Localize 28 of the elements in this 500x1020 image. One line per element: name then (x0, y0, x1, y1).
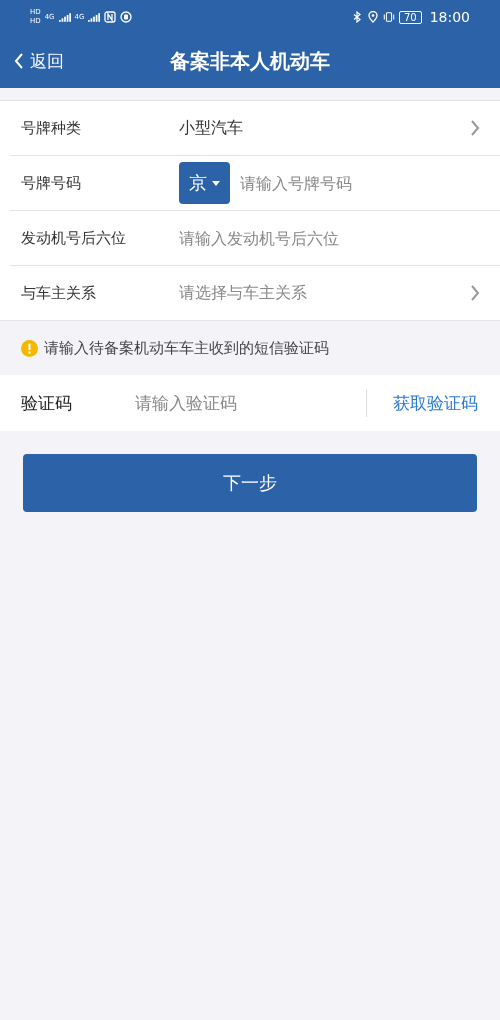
field-label: 号牌种类 (21, 118, 82, 138)
chevron-icon (470, 284, 480, 302)
clock-time: 18:00 (429, 9, 470, 25)
province-selector[interactable]: 京 (179, 162, 230, 204)
plate-number-input[interactable]: 请输入号牌号码 (240, 173, 500, 193)
next-button[interactable]: 下一步 (23, 454, 477, 512)
field-label: 验证码 (21, 391, 73, 415)
page-title: 备案非本人机动车 (170, 47, 330, 75)
signal-icon (88, 12, 101, 22)
field-label: 与车主关系 (21, 283, 97, 303)
back-icon (14, 52, 24, 70)
get-code-button[interactable]: 获取验证码 (366, 389, 500, 417)
nfc-icon (104, 11, 117, 23)
notice-text: 请输入待备案机动车车主收到的短信验证码 (44, 338, 329, 358)
warning-icon (21, 339, 38, 357)
code-input[interactable]: 请输入验证码 (135, 393, 366, 413)
select-field[interactable]: 请选择与车主关系 (179, 282, 500, 304)
select-field[interactable]: 小型汽车 (179, 117, 500, 139)
battery-level: 70 (398, 10, 422, 24)
text-input[interactable]: 请输入发动机号后六位 (179, 228, 500, 248)
caret-icon (212, 180, 220, 186)
vibrate-icon (382, 11, 395, 23)
signal-icon (58, 12, 71, 22)
location-icon (366, 11, 379, 23)
field-label: 发动机号后六位 (21, 228, 127, 248)
back-button[interactable]: 返回 (0, 49, 64, 73)
field-label: 号牌号码 (21, 173, 82, 193)
chevron-icon (470, 119, 480, 137)
